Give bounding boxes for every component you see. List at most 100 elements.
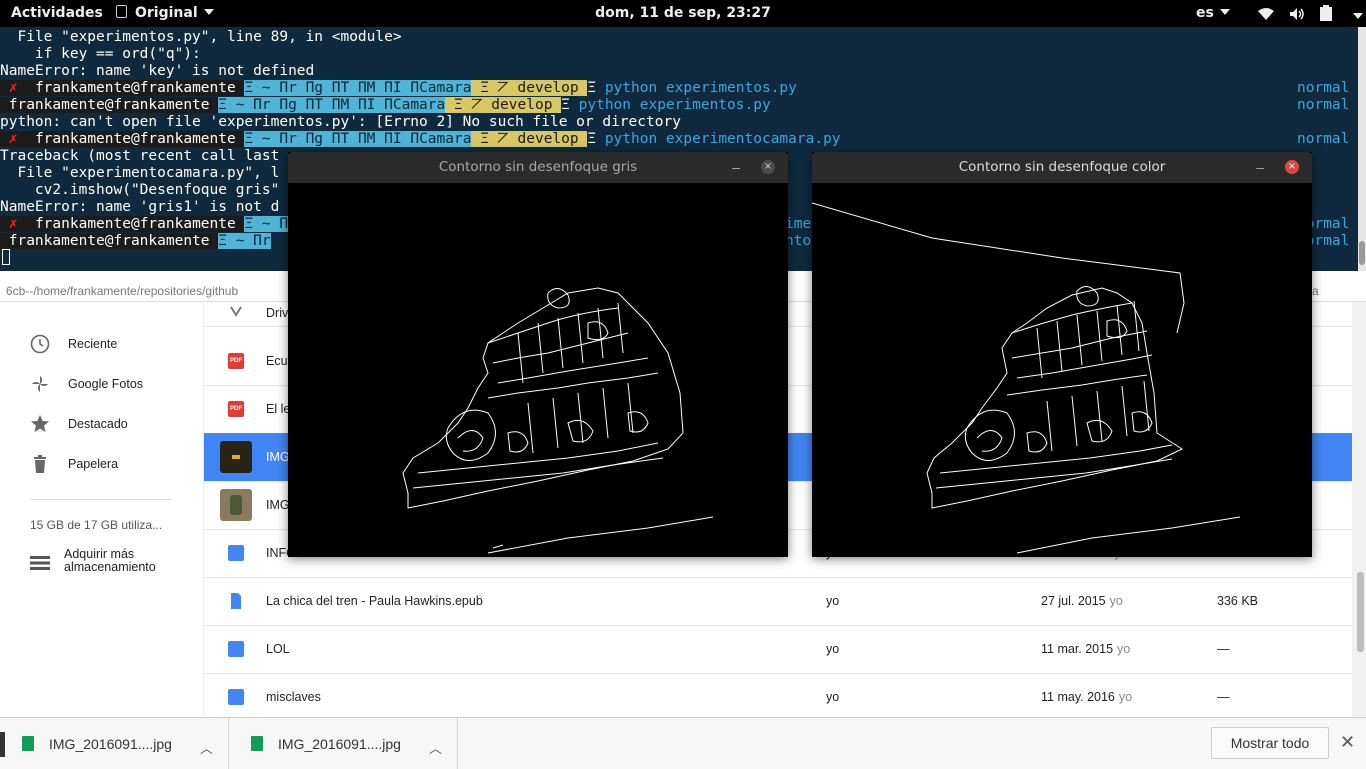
terminal-line: File "experimentos.py", line 89, in <mod… (0, 29, 402, 45)
edge-image (812, 183, 1312, 557)
file-modified-by: yo (1117, 642, 1131, 656)
document-icon (228, 641, 244, 657)
terminal-scrollbar[interactable] (1358, 27, 1366, 271)
terminal-command: python experimentos.py (604, 80, 797, 96)
top-bar: Actividades Original dom, 11 de sep, 23:… (0, 0, 1366, 27)
star-icon (31, 415, 49, 432)
language-label: es (1196, 5, 1214, 21)
scrollbar-thumb[interactable] (1359, 241, 1365, 265)
show-all-button[interactable]: Mostrar todo (1211, 727, 1329, 759)
drive-sidebar: Reciente Google Fotos Destacado Papelera… (0, 302, 203, 717)
prompt-user: frankamente@frankamente (8, 233, 210, 249)
storage-icon (30, 556, 50, 570)
file-modified-by: yo (1118, 690, 1133, 704)
volume-icon (1289, 8, 1304, 20)
prompt-path: Ξ ~ Πr Πg ΠT ΠM ΠI ΠCamara (218, 97, 446, 113)
terminal-prompt: ✗ frankamente@frankamente Ξ ~ Πr Πg ΠT Π… (0, 131, 841, 148)
file-name: LOL (266, 642, 290, 656)
terminal-line: python: can't open file 'experimentos.py… (0, 114, 681, 130)
minimize-button[interactable]: – (732, 152, 740, 183)
file-date: 11 may. 2016 (1041, 690, 1115, 704)
prompt-git: Ξ ⦢ develop (480, 131, 579, 147)
download-item[interactable]: IMG_2016091....jpg ︿ (229, 718, 458, 769)
system-tray[interactable] (1258, 5, 1363, 26)
terminal-prompt: frankamente@frankamente Ξ ~ Πr (0, 233, 271, 250)
download-filename: IMG_2016091....jpg (49, 736, 172, 752)
prompt-git-end: Ξ (587, 131, 597, 147)
minimize-button[interactable]: – (1256, 152, 1264, 183)
download-item[interactable]: IMG_2016091....jpg ︿ (0, 718, 229, 769)
chevron-up-icon[interactable]: ︿ (200, 738, 213, 757)
download-filename: IMG_2016091....jpg (278, 736, 401, 752)
nav-label: Google Fotos (68, 377, 144, 391)
file-modified: 11 may. 2016 yo (1041, 690, 1132, 704)
nav-label: Papelera (68, 457, 119, 471)
window-titlebar[interactable]: Contorno sin desenfoque color (812, 152, 1312, 183)
file-name: misclaves (266, 690, 321, 704)
file-modified: 27 jul. 2015 yo (1041, 594, 1123, 608)
nav-label: Destacado (68, 417, 128, 431)
image-window-gray[interactable]: Contorno sin desenfoque gris – × (288, 152, 788, 557)
prompt-user: frankamente@frankamente (8, 97, 210, 113)
file-row[interactable]: La chica del tren - Paula Hawkins.epub y… (204, 577, 1352, 626)
terminal-line: File "experimentocamara.py", l (0, 165, 280, 181)
image-window-color[interactable]: Contorno sin desenfoque color – × (812, 152, 1312, 557)
divider (30, 499, 172, 500)
terminal-command: python experimentos.py (578, 97, 771, 113)
close-button[interactable]: × (761, 160, 775, 174)
file-row[interactable]: LOL yo 11 mar. 2015 yo — (204, 625, 1352, 674)
terminal-prompt: frankamente@frankamente Ξ ~ Πr Πg ΠT ΠM … (0, 97, 771, 114)
file-name: La chica del tren - Paula Hawkins.epub (266, 594, 483, 608)
prompt-user: frankamente@frankamente (34, 131, 236, 147)
terminal-line: Traceback (most recent call last (0, 148, 280, 164)
chevron-up-icon[interactable]: ︿ (429, 738, 442, 757)
drive-folder-icon (230, 306, 242, 317)
pdf-icon: PDF (228, 353, 244, 369)
address-text[interactable]: 6cb--/home/frankamente/repositories/gith… (6, 284, 238, 298)
page-scrollbar[interactable] (1355, 302, 1366, 717)
terminal-prompt: ✗ frankamente@frankamente Ξ ~ Πr (0, 216, 297, 233)
prompt-git: Ξ ⦢ develop (480, 80, 579, 96)
terminal-command: python experimentocamara.py (604, 131, 841, 147)
terminal-prompt: ✗ frankamente@frankamente Ξ ~ Πr Πg ΠT Π… (0, 80, 797, 97)
vim-mode: normal (1297, 80, 1350, 96)
file-name: El le (266, 402, 291, 416)
window-title: Contorno sin desenfoque gris (438, 159, 638, 175)
prompt-path: Ξ ~ Πr (218, 233, 271, 249)
window-titlebar[interactable]: Contorno sin desenfoque gris (288, 152, 788, 183)
file-row[interactable]: misclaves yo 11 may. 2016 yo — (204, 673, 1352, 717)
prompt-git-end: Ξ (561, 97, 570, 113)
image-file-icon (251, 736, 263, 751)
terminal-command-partial: nto (785, 233, 812, 249)
scrollbar-thumb[interactable] (1357, 572, 1364, 652)
file-name: IMG (266, 498, 290, 512)
menu-caret-icon (1352, 13, 1363, 19)
language-menu[interactable]: es (1196, 5, 1230, 22)
edge-image (288, 183, 788, 557)
prompt-user: frankamente@frankamente (34, 216, 236, 232)
file-name: IMG (266, 450, 290, 464)
prompt-git-end: Ξ (587, 80, 597, 96)
vim-mode: normal (1297, 97, 1350, 113)
file-owner: yo (826, 594, 840, 608)
pdf-icon: PDF (228, 401, 244, 417)
image-file-icon (22, 736, 34, 751)
clock[interactable]: dom, 11 de sep, 23:27 (0, 5, 1366, 22)
prompt-path: Ξ ~ Πr Πg ΠT ΠM ΠI ΠCamara (244, 131, 472, 147)
file-date: 11 mar. 2015 (1041, 642, 1114, 656)
wifi-icon (1258, 8, 1274, 20)
file-modified: 11 mar. 2015 yo (1041, 642, 1130, 656)
trash-icon (34, 455, 46, 473)
close-icon[interactable]: ✕ (1340, 732, 1355, 753)
prompt-git: Ξ ⦢ develop (453, 97, 553, 113)
close-button[interactable]: × (1285, 160, 1299, 174)
file-modified-by: yo (1109, 594, 1123, 608)
battery-icon (1319, 5, 1332, 21)
clock-icon (30, 334, 50, 354)
document-icon (228, 689, 244, 705)
fail-mark: ✗ (8, 216, 18, 232)
buy-storage-link[interactable]: Adquirir más almacenamiento (30, 548, 200, 578)
file-size: — (1217, 690, 1230, 704)
file-icon (231, 593, 241, 609)
file-name: Driv (266, 306, 289, 320)
